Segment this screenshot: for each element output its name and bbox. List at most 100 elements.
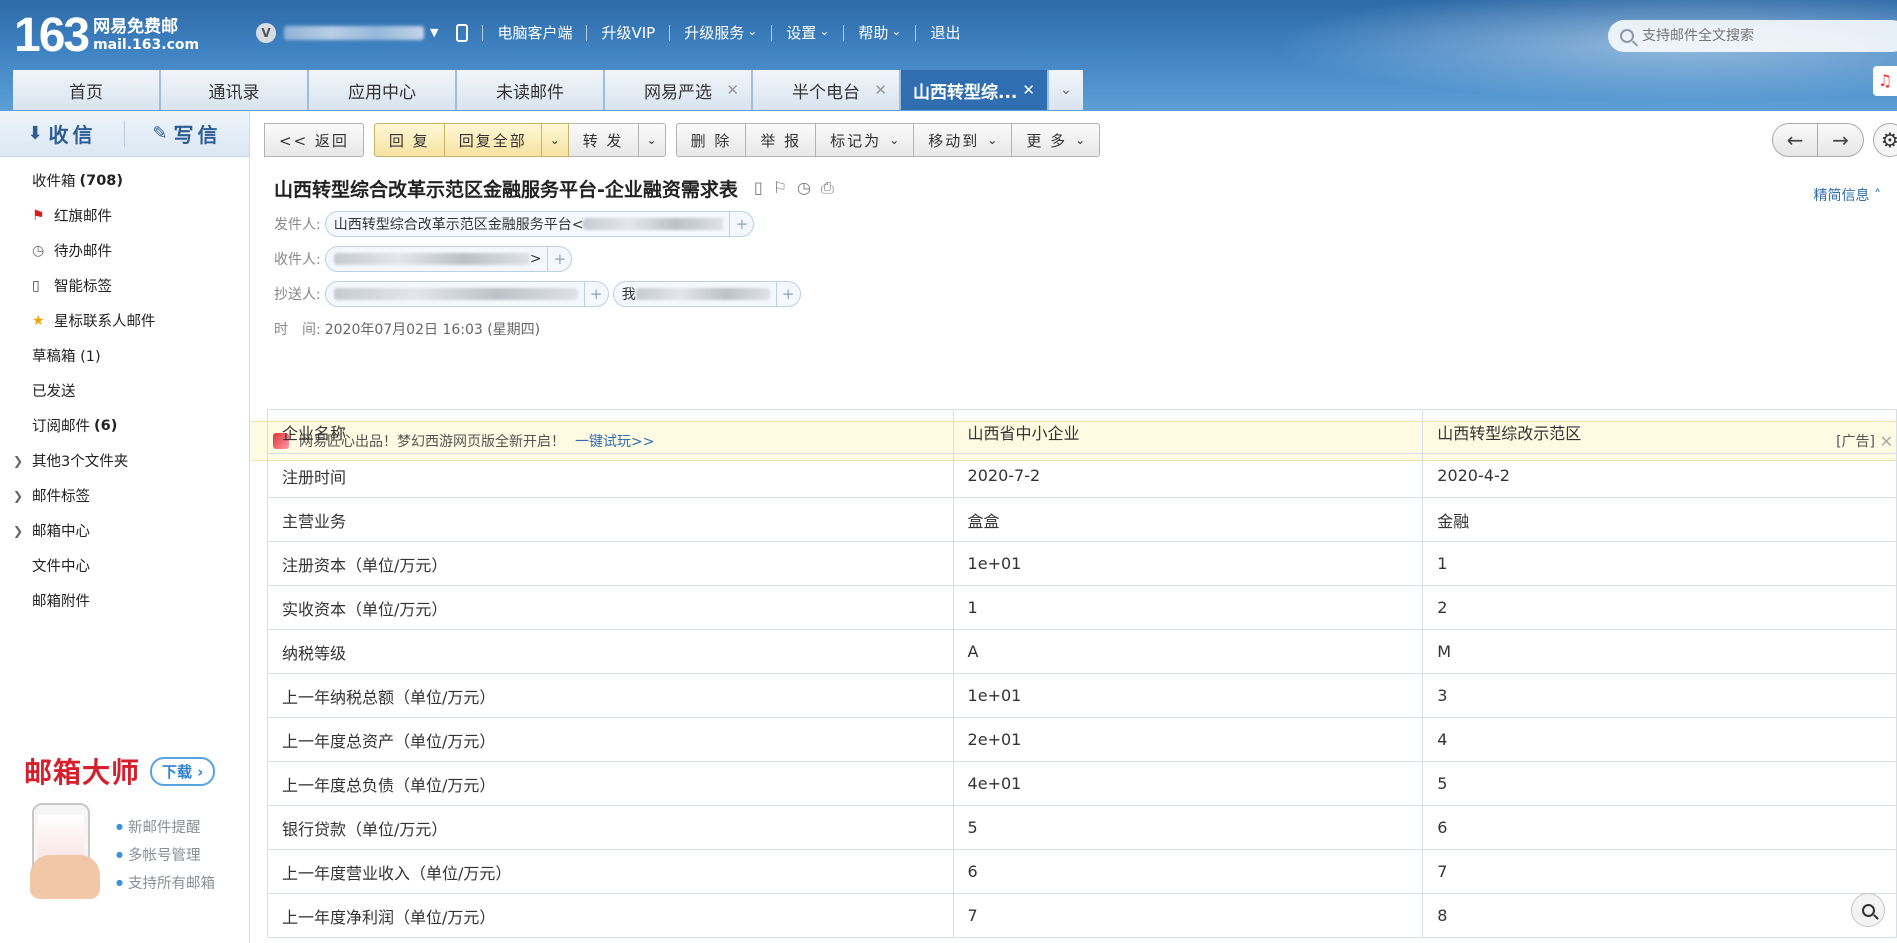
row-label: 银行贷款（单位/万元） bbox=[267, 805, 954, 850]
row-label: 上一年度净利润（单位/万元） bbox=[267, 893, 954, 938]
table-cell: 1e+01 bbox=[952, 673, 1424, 718]
table-cell: 山西省中小企业 bbox=[952, 409, 1424, 454]
row-label: 实收资本（单位/万元） bbox=[267, 585, 954, 630]
table-cell: A bbox=[952, 629, 1424, 674]
reply-options-chevron-icon[interactable]: ⌄ bbox=[541, 123, 569, 157]
add-contact-icon[interactable]: + bbox=[583, 282, 608, 306]
divider bbox=[669, 24, 671, 41]
brief-info-label: 精简信息 bbox=[1813, 188, 1870, 204]
bookmark-icon: ▯ bbox=[32, 277, 40, 294]
cc-chip[interactable]: 我 + bbox=[612, 281, 801, 307]
chevron-down-icon: ⌄ bbox=[987, 133, 998, 147]
table-cell: 4 bbox=[1422, 717, 1897, 762]
music-icon[interactable]: ♫ bbox=[1873, 66, 1897, 96]
sidebar-item-subscriptions[interactable]: 订阅邮件 (6) bbox=[0, 408, 249, 443]
nav-upgrade-vip[interactable]: 升级VIP bbox=[601, 22, 655, 43]
tab-radio[interactable]: 半个电台 ✕ bbox=[753, 70, 901, 110]
reply-button[interactable]: 回 复 bbox=[373, 123, 445, 157]
sidebar-item-starred-contacts[interactable]: ★ 星标联系人邮件 bbox=[0, 303, 249, 338]
report-button[interactable]: 举 报 bbox=[746, 123, 817, 157]
tab-home[interactable]: 首页 bbox=[13, 70, 161, 110]
mail-nav-arrows: ← → bbox=[1772, 123, 1864, 157]
mail-master-promo[interactable]: 邮箱大师 下载 › 新邮件提醒 多帐号管理 支持所有邮箱 bbox=[24, 751, 234, 911]
sidebar-item-drafts[interactable]: 草稿箱 (1) bbox=[0, 338, 249, 373]
mark-as-label: 标记为 bbox=[830, 131, 882, 150]
sidebar-item-smart-tags[interactable]: ▯ 智能标签 bbox=[0, 268, 249, 303]
cc-chip[interactable]: + bbox=[324, 281, 609, 307]
tab-unread[interactable]: 未读邮件 bbox=[457, 70, 605, 110]
brief-info-toggle[interactable]: 精简信息 ˄ bbox=[1814, 185, 1881, 205]
clock-icon[interactable]: ◷ bbox=[797, 178, 811, 198]
tab-yanxuan[interactable]: 网易严选 ✕ bbox=[605, 70, 753, 110]
divider bbox=[482, 24, 484, 41]
table-row: 纳税等级 A M bbox=[267, 629, 1897, 674]
compose-button[interactable]: ✎ 写信 bbox=[125, 119, 249, 148]
nav-logout[interactable]: 退出 bbox=[930, 22, 960, 43]
forward-button[interactable]: 转 发 bbox=[568, 123, 639, 157]
mail-logo[interactable]: 163 网易免费邮 mail.163.com bbox=[14, 12, 199, 60]
sidebar-item-mail-tags[interactable]: ❯ 邮件标签 bbox=[0, 478, 249, 513]
sender-chip[interactable]: 山西转型综合改革示范区金融服务平台< + bbox=[324, 211, 755, 237]
sidebar-item-attachments[interactable]: 邮箱附件 bbox=[0, 583, 249, 618]
print-icon[interactable]: ⎙ bbox=[821, 178, 834, 198]
back-button[interactable]: << 返回 bbox=[264, 123, 364, 157]
gear-icon[interactable]: ⚙ bbox=[1873, 123, 1897, 157]
delete-button[interactable]: 删 除 bbox=[675, 123, 747, 157]
user-avatar[interactable]: V bbox=[256, 22, 276, 43]
divider bbox=[915, 24, 917, 41]
mark-as-button[interactable]: 标记为 ⌄ bbox=[816, 123, 915, 157]
tab-app-center[interactable]: 应用中心 bbox=[309, 70, 457, 110]
close-icon[interactable]: ✕ bbox=[726, 81, 739, 99]
compose-label: 写信 bbox=[173, 123, 222, 147]
sidebar-item-file-center[interactable]: 文件中心 bbox=[0, 548, 249, 583]
nav-desktop-client[interactable]: 电脑客户端 bbox=[497, 22, 572, 43]
close-icon[interactable]: ✕ bbox=[1022, 81, 1035, 99]
redacted-address bbox=[583, 218, 724, 230]
previous-mail-arrow-icon[interactable]: ← bbox=[1772, 123, 1818, 157]
add-contact-icon[interactable]: + bbox=[547, 247, 571, 271]
add-contact-icon[interactable]: + bbox=[729, 212, 753, 236]
recipient-chip[interactable]: > + bbox=[324, 246, 573, 272]
zoom-button[interactable] bbox=[1851, 893, 1885, 927]
add-contact-icon[interactable]: + bbox=[775, 282, 800, 306]
table-cell: 6 bbox=[1422, 805, 1897, 850]
tab-current-mail[interactable]: 山西转型综... ✕ bbox=[901, 70, 1049, 110]
tab-contacts[interactable]: 通讯录 bbox=[161, 70, 309, 110]
bookmark-icon[interactable]: ▯ bbox=[754, 178, 763, 198]
tab-overflow-chevron-icon[interactable]: ⌄ bbox=[1049, 70, 1083, 110]
move-to-button[interactable]: 移动到 ⌄ bbox=[914, 123, 1013, 157]
sidebar-item-mail-center[interactable]: ❯ 邮箱中心 bbox=[0, 513, 249, 548]
search-icon[interactable] bbox=[1620, 29, 1634, 43]
promo-download-button[interactable]: 下载 › bbox=[150, 756, 216, 786]
more-button[interactable]: 更 多 ⌄ bbox=[1012, 123, 1101, 157]
sidebar-item-sent[interactable]: 已发送 bbox=[0, 373, 249, 408]
row-label: 纳税等级 bbox=[267, 629, 954, 674]
receive-button[interactable]: ⬇ 收信 bbox=[0, 119, 124, 148]
from-row: 发件人: 山西转型综合改革示范区金融服务平台< + bbox=[274, 211, 755, 237]
close-icon[interactable]: ✕ bbox=[874, 81, 887, 99]
nav-upgrade-service[interactable]: 升级服务 bbox=[684, 22, 757, 43]
sidebar-item-flagged[interactable]: ⚑ 红旗邮件 bbox=[0, 198, 249, 233]
row-label: 上一年度营业收入（单位/万元） bbox=[267, 849, 954, 894]
reply-all-button[interactable]: 回复全部 bbox=[444, 123, 542, 157]
table-cell: 4e+01 bbox=[952, 761, 1424, 806]
search-box[interactable] bbox=[1608, 20, 1897, 52]
chevron-right-icon: ❯ bbox=[13, 488, 24, 503]
nav-settings[interactable]: 设置 bbox=[786, 22, 829, 43]
logo-chinese: 网易免费邮 bbox=[93, 17, 179, 37]
sidebar-item-inbox[interactable]: 收件箱 (708) bbox=[0, 163, 249, 198]
tab-label: 山西转型综... bbox=[913, 82, 1018, 103]
search-input[interactable] bbox=[1642, 28, 1872, 44]
row-label: 企业名称 bbox=[267, 409, 954, 454]
user-account-redacted[interactable] bbox=[284, 25, 424, 40]
sidebar-item-todo[interactable]: ◷ 待办邮件 bbox=[0, 233, 249, 268]
next-mail-arrow-icon[interactable]: → bbox=[1818, 123, 1864, 157]
forward-options-chevron-icon[interactable]: ⌄ bbox=[638, 123, 666, 157]
folder-label: 订阅邮件 bbox=[32, 419, 90, 435]
chevron-down-icon[interactable]: ▼ bbox=[430, 26, 438, 39]
tab-label: 应用中心 bbox=[348, 82, 416, 103]
flag-icon[interactable]: ⚐ bbox=[773, 178, 787, 198]
sidebar-item-other-folders[interactable]: ❯ 其他3个文件夹 bbox=[0, 443, 249, 478]
nav-help[interactable]: 帮助 bbox=[858, 22, 901, 43]
mobile-phone-icon[interactable] bbox=[456, 23, 469, 42]
